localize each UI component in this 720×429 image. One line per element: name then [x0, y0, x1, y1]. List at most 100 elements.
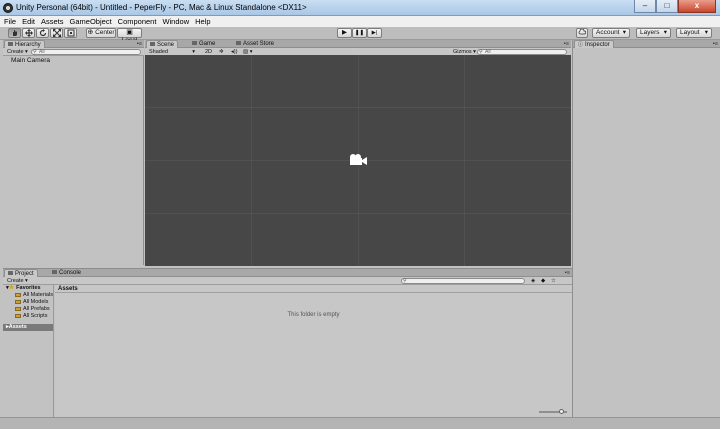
assets-folder-label: Assets: [8, 324, 27, 330]
layers-label: Layers: [640, 29, 660, 36]
favorite-label: All Materials: [23, 292, 53, 298]
search-icon: ⚲: [479, 49, 483, 55]
hand-tool-button[interactable]: [8, 28, 21, 38]
panel-menu-icon[interactable]: ▪≡: [137, 41, 142, 47]
search-folder-icon: [15, 299, 21, 304]
favorite-label: All Models: [23, 299, 49, 305]
favorite-item[interactable]: All Scripts: [3, 313, 53, 320]
hierarchy-tabbar: Hierarchy ▪≡: [3, 40, 144, 48]
hierarchy-subbar: Create ▾ ⚲ All: [3, 48, 144, 56]
pause-button[interactable]: ❚❚: [352, 28, 367, 38]
pivot-label: Center: [95, 29, 115, 36]
minimize-button[interactable]: –: [634, 0, 656, 13]
menu-edit[interactable]: Edit: [22, 17, 35, 26]
asset-store-tab-label: Asset Store: [243, 41, 275, 47]
filter-by-label-button[interactable]: ◆: [539, 278, 545, 284]
hierarchy-create-dropdown[interactable]: Create ▾: [5, 49, 28, 55]
camera-gizmo-icon[interactable]: [348, 153, 368, 167]
maximize-button[interactable]: □: [656, 0, 678, 13]
favorite-item[interactable]: All Materials: [3, 292, 53, 299]
favorite-item[interactable]: All Models: [3, 299, 53, 306]
rect-icon: [67, 29, 74, 37]
hierarchy-search-input[interactable]: ⚲ All: [31, 49, 141, 55]
project-create-dropdown[interactable]: Create ▾: [5, 278, 28, 284]
window-title-bar: Unity Personal (64bit) - Untitled - Pepe…: [0, 0, 720, 16]
search-icon: ⚲: [33, 49, 37, 55]
chevron-down-icon: ▾: [622, 29, 626, 36]
menu-component[interactable]: Component: [118, 17, 157, 26]
breadcrumb[interactable]: Assets: [55, 285, 572, 293]
project-tabbar: Project Console ▪≡: [3, 269, 572, 277]
step-button[interactable]: ▶|: [367, 28, 382, 38]
favorites-button[interactable]: ☆: [549, 278, 556, 284]
inspector-tabbar: ⓘ Inspector ▪≡: [573, 40, 720, 48]
favorites-label: Favorites: [16, 285, 41, 291]
scale-icon: [52, 29, 61, 37]
hierarchy-list: Main Camera: [3, 57, 144, 65]
inspector-tab-label: Inspector: [585, 42, 610, 48]
rect-tool-button[interactable]: [64, 28, 77, 38]
move-tool-button[interactable]: [22, 28, 35, 38]
pivot-center-toggle[interactable]: ⊕ Center: [86, 28, 116, 38]
search-folder-icon: [15, 313, 21, 318]
panel-menu-icon[interactable]: ▪≡: [713, 41, 718, 47]
hierarchy-tab-icon: [8, 42, 13, 47]
tab-scene[interactable]: Scene: [146, 40, 179, 48]
tab-asset-store[interactable]: Asset Store: [233, 40, 277, 48]
step-icon: ▶|: [371, 30, 378, 36]
search-folder-icon: [15, 306, 21, 311]
favorite-label: All Scripts: [23, 313, 48, 319]
project-search-input[interactable]: ⚲: [401, 278, 525, 284]
play-button[interactable]: ▶: [337, 28, 352, 38]
search-folder-icon: [15, 292, 21, 297]
layout-label: Layout: [680, 29, 700, 36]
rotate-tool-button[interactable]: [36, 28, 49, 38]
search-icon: ⚲: [403, 278, 407, 284]
project-subbar: Create ▾ ⚲ ◈ ◆ ☆: [3, 277, 572, 285]
panel-menu-icon[interactable]: ▪≡: [564, 41, 569, 47]
pivot-local-toggle[interactable]: ▣ Local: [117, 28, 142, 44]
pivot-icon: ⊕: [87, 29, 94, 36]
layers-dropdown[interactable]: Layers ▾: [636, 28, 671, 38]
info-icon: ⓘ: [578, 42, 584, 48]
layout-dropdown[interactable]: Layout ▾: [676, 28, 712, 38]
favorite-label: All Prefabs: [23, 306, 50, 312]
tab-project[interactable]: Project: [4, 269, 38, 277]
favorite-item[interactable]: All Prefabs: [3, 306, 53, 313]
console-tab-icon: [52, 270, 57, 275]
create-label: Create: [7, 278, 24, 284]
inspector-panel: ⓘ Inspector ▪≡: [572, 40, 720, 417]
favorites-header[interactable]: ▾★ Favorites: [3, 285, 53, 292]
create-label: Create: [7, 49, 24, 55]
local-icon: ▣: [126, 29, 133, 36]
status-bar: [0, 417, 720, 429]
panel-menu-icon[interactable]: ▪≡: [565, 270, 570, 276]
slider-handle[interactable]: [559, 409, 564, 414]
hierarchy-search-placeholder: All: [39, 49, 45, 55]
project-folder-tree: ▾★ Favorites All Materials All Models All…: [3, 285, 54, 418]
tab-hierarchy[interactable]: Hierarchy: [4, 40, 45, 48]
star-icon: ★: [8, 285, 15, 291]
scale-tool-button[interactable]: [50, 28, 63, 38]
game-tab-icon: [192, 41, 197, 46]
close-button[interactable]: x: [678, 0, 716, 13]
window-title: Unity Personal (64bit) - Untitled - Pepe…: [16, 3, 307, 12]
assets-folder-item[interactable]: ▸Assets: [3, 324, 53, 331]
menu-help[interactable]: Help: [195, 17, 210, 26]
tab-game[interactable]: Game: [189, 40, 218, 48]
account-dropdown[interactable]: Account ▾: [592, 28, 630, 38]
menu-bar: File Edit Assets GameObject Component Wi…: [0, 16, 720, 27]
hierarchy-item-main-camera[interactable]: Main Camera: [3, 57, 144, 65]
menu-file[interactable]: File: [4, 17, 16, 26]
tab-console[interactable]: Console: [49, 269, 84, 277]
menu-window[interactable]: Window: [162, 17, 189, 26]
menu-assets[interactable]: Assets: [41, 17, 64, 26]
collab-cloud-button[interactable]: [576, 28, 588, 38]
move-icon: [24, 29, 33, 37]
menu-gameobject[interactable]: GameObject: [70, 17, 112, 26]
game-tab-label: Game: [199, 41, 216, 47]
filter-by-type-button[interactable]: ◈: [529, 278, 535, 284]
icon-size-slider[interactable]: [539, 409, 567, 414]
scene-viewport[interactable]: [145, 55, 571, 266]
tab-inspector[interactable]: ⓘ Inspector: [574, 40, 614, 48]
